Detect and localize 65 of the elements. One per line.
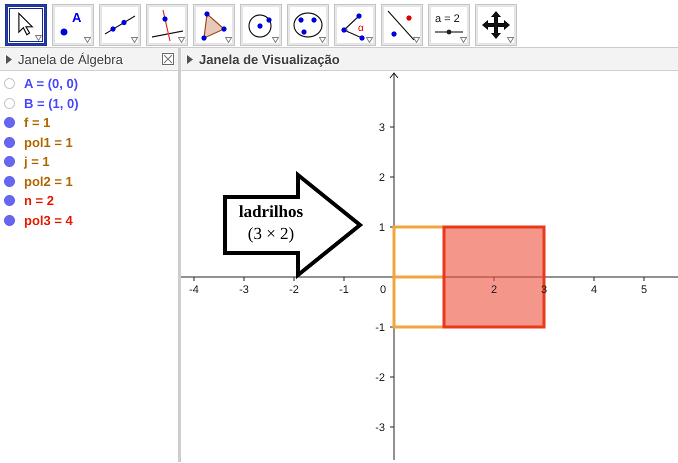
tick-label: 2	[490, 284, 498, 296]
square-outline	[392, 226, 446, 278]
tick-label: 2	[378, 172, 385, 184]
tool-button[interactable]: A	[52, 4, 94, 46]
caret-icon	[131, 37, 138, 43]
tick-label: -1	[375, 322, 385, 334]
panel-title: Janela de Álgebra	[18, 52, 123, 66]
perpendicular-line-icon	[152, 10, 184, 42]
tick-label: 4	[590, 284, 598, 296]
algebra-entry[interactable]: B = (1, 0)	[24, 96, 79, 111]
expand-icon[interactable]	[187, 54, 193, 64]
caret-icon	[460, 37, 467, 43]
tick-label: -1	[339, 284, 349, 296]
algebra-entry[interactable]: j = 1	[24, 154, 50, 170]
tick-label: -3	[375, 422, 385, 434]
tick-label: 5	[640, 284, 648, 296]
pointer-icon	[18, 12, 34, 36]
caret-icon	[225, 37, 232, 43]
close-icon[interactable]	[162, 53, 174, 65]
tick-label: -3	[239, 284, 249, 296]
tick-label: 3	[378, 122, 385, 134]
tool-button[interactable]: α	[334, 4, 376, 46]
caret-icon	[272, 37, 279, 43]
tool-button[interactable]	[5, 4, 47, 46]
reflect-icon	[388, 10, 414, 40]
visibility-toggle[interactable]	[4, 195, 15, 206]
caret-icon	[413, 37, 420, 43]
visibility-toggle[interactable]	[4, 117, 15, 128]
algebra-entry[interactable]: pol2 = 1	[24, 174, 73, 189]
square-outline	[392, 276, 446, 328]
arrow-label: ladrilhos	[238, 202, 304, 221]
tool-button[interactable]: a = 2	[428, 4, 470, 46]
circle-icon	[293, 12, 323, 38]
tick-label: -2	[289, 284, 299, 296]
visibility-toggle[interactable]	[4, 136, 15, 148]
visibility-toggle[interactable]	[4, 78, 15, 90]
caret-icon	[84, 37, 91, 43]
slider-icon	[435, 30, 463, 34]
algebra-entry[interactable]: f = 1	[24, 115, 50, 130]
visibility-toggle[interactable]	[4, 98, 15, 109]
caret-icon	[366, 37, 373, 43]
tick-label: 1	[378, 222, 385, 234]
circle-icon	[248, 14, 272, 38]
angle-icon	[341, 13, 365, 41]
arrow-label: (3 × 2)	[248, 224, 294, 243]
visibility-toggle[interactable]	[4, 156, 15, 168]
algebra-entry[interactable]: n = 2	[24, 193, 54, 208]
algebra-entry[interactable]: pol3 = 4	[24, 212, 73, 228]
caret-icon	[507, 37, 514, 43]
tick-label: -2	[375, 372, 385, 384]
tick-label: 0	[380, 284, 386, 296]
caret-icon	[178, 37, 185, 43]
visibility-toggle[interactable]	[4, 214, 15, 226]
tick-label: -4	[189, 284, 199, 296]
algebra-entry[interactable]: A = (0, 0)	[24, 76, 78, 92]
caret-icon	[35, 35, 42, 41]
move-arrows-icon	[482, 11, 510, 39]
panel-title: Janela de Visualização	[199, 52, 340, 66]
visibility-toggle[interactable]	[4, 176, 15, 187]
line-icon	[104, 15, 136, 35]
point-icon	[60, 28, 68, 36]
algebra-entry[interactable]: pol1 = 1	[24, 134, 73, 150]
caret-icon	[319, 37, 326, 43]
polygon-icon	[201, 11, 227, 41]
expand-icon[interactable]	[6, 54, 12, 64]
